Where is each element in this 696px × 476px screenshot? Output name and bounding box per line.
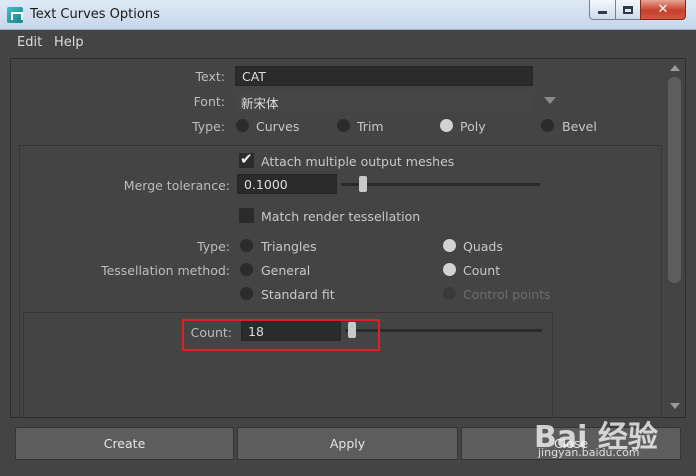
maximize-icon — [623, 5, 633, 14]
maximize-button[interactable] — [615, 0, 641, 20]
scrollbar-thumb[interactable] — [668, 77, 681, 283]
radio-poly-label: Poly — [460, 119, 486, 134]
radio-bevel[interactable] — [541, 119, 554, 132]
merge-tolerance-slider-track[interactable] — [341, 183, 540, 186]
radio-trim[interactable] — [337, 119, 350, 132]
radio-control-points — [443, 287, 456, 300]
minimize-icon — [598, 11, 607, 14]
font-label: Font: — [193, 94, 225, 109]
radio-control-points-label: Control points — [463, 287, 551, 302]
radio-count[interactable] — [443, 263, 456, 276]
radio-quads[interactable] — [443, 239, 456, 252]
close-window-button[interactable]: ✕ — [640, 0, 686, 20]
menu-edit[interactable]: Edit — [17, 35, 42, 50]
radio-general[interactable] — [240, 263, 253, 276]
merge-tolerance-slider-handle[interactable] — [359, 176, 367, 192]
radio-poly[interactable] — [440, 119, 453, 132]
match-render-checkbox[interactable] — [239, 208, 254, 223]
text-label: Text: — [195, 69, 226, 84]
radio-triangles[interactable] — [240, 239, 253, 252]
poly-options-frame: ✔ Attach multiple output meshes Merge to… — [19, 145, 662, 417]
font-dropdown-arrow-icon[interactable] — [544, 97, 556, 104]
close-button[interactable]: Close — [461, 427, 681, 460]
radio-curves-label: Curves — [256, 119, 300, 134]
radio-standard-fit[interactable] — [240, 287, 253, 300]
match-render-label: Match render tessellation — [261, 209, 421, 224]
radio-trim-label: Trim — [357, 119, 384, 134]
minimize-button[interactable] — [589, 0, 616, 20]
maya-app-icon — [7, 7, 23, 23]
merge-tolerance-label: Merge tolerance: — [123, 178, 230, 193]
tess-method-label: Tessellation method: — [101, 263, 230, 278]
close-icon: ✕ — [657, 2, 669, 17]
radio-curves[interactable] — [236, 119, 249, 132]
options-frame: Text: CAT Font: 新宋体 Type: Curves Trim Po… — [10, 58, 686, 418]
radio-triangles-label: Triangles — [261, 239, 317, 254]
create-button[interactable]: Create — [15, 427, 234, 460]
scroll-up-icon[interactable] — [670, 65, 680, 71]
tess-type-label: Type: — [197, 239, 230, 254]
radio-count-label: Count — [463, 263, 501, 278]
radio-bevel-label: Bevel — [562, 119, 597, 134]
type-label: Type: — [192, 119, 225, 134]
window-title: Text Curves Options — [30, 7, 160, 22]
merge-tolerance-input[interactable]: 0.1000 — [237, 174, 337, 194]
apply-button[interactable]: Apply — [237, 427, 458, 460]
text-input[interactable]: CAT — [235, 66, 533, 86]
radio-standard-fit-label: Standard fit — [261, 287, 335, 302]
radio-general-label: General — [261, 263, 311, 278]
menu-help[interactable]: Help — [54, 35, 84, 50]
attach-multiple-checkbox[interactable]: ✔ — [239, 150, 254, 168]
checkmark-icon: ✔ — [240, 150, 253, 168]
scroll-down-icon[interactable] — [670, 403, 680, 409]
count-highlight-box — [182, 319, 380, 351]
radio-quads-label: Quads — [463, 239, 503, 254]
attach-multiple-label: Attach multiple output meshes — [261, 154, 455, 169]
title-bar[interactable]: Text Curves Options ✕ — [0, 0, 696, 30]
menu-bar: Edit Help — [0, 31, 696, 55]
font-input[interactable]: 新宋体 — [235, 91, 533, 111]
vertical-scrollbar[interactable] — [665, 59, 685, 417]
